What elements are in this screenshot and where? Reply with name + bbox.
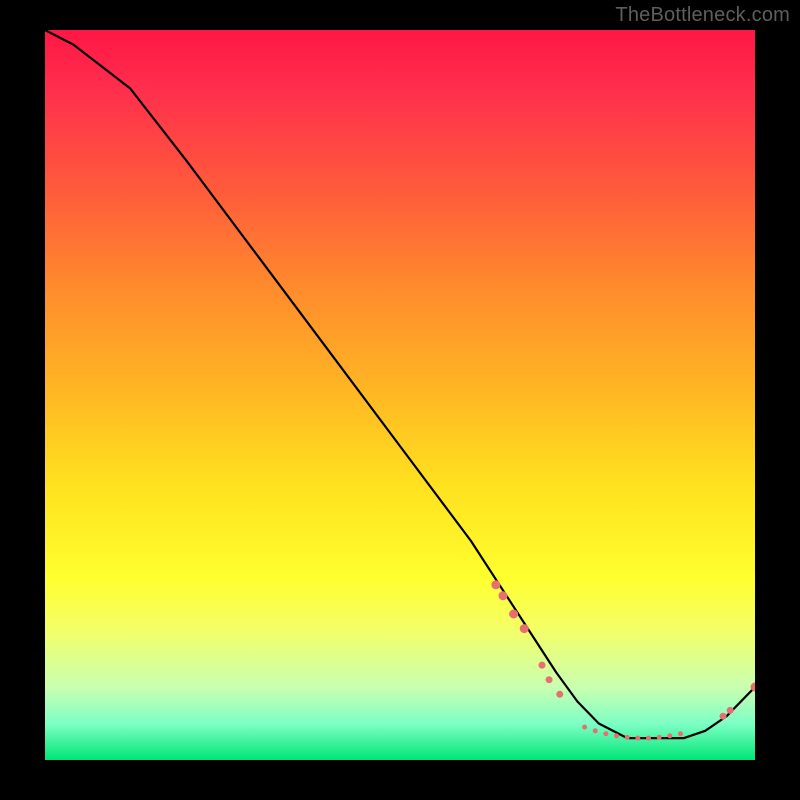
data-marker [498,591,507,600]
watermark-label: TheBottleneck.com [615,4,790,27]
data-marker [582,725,587,730]
data-marker [720,713,727,720]
chart-container [45,30,755,760]
data-marker [520,624,529,633]
bottleneck-curve [45,30,755,738]
data-marker [625,735,630,740]
data-marker [667,733,672,738]
data-marker [727,707,734,714]
plot-area [45,30,755,760]
data-marker [593,728,598,733]
data-marker [603,731,608,736]
data-marker [539,662,546,669]
data-marker [635,736,640,741]
chart-overlay [45,30,755,760]
data-marker [657,735,662,740]
data-marker [646,736,651,741]
data-marker [509,610,518,619]
data-marker [556,691,563,698]
data-marker [614,733,619,738]
data-marker [491,580,500,589]
data-marker [546,676,553,683]
data-marker [678,731,683,736]
data-markers [491,580,755,740]
